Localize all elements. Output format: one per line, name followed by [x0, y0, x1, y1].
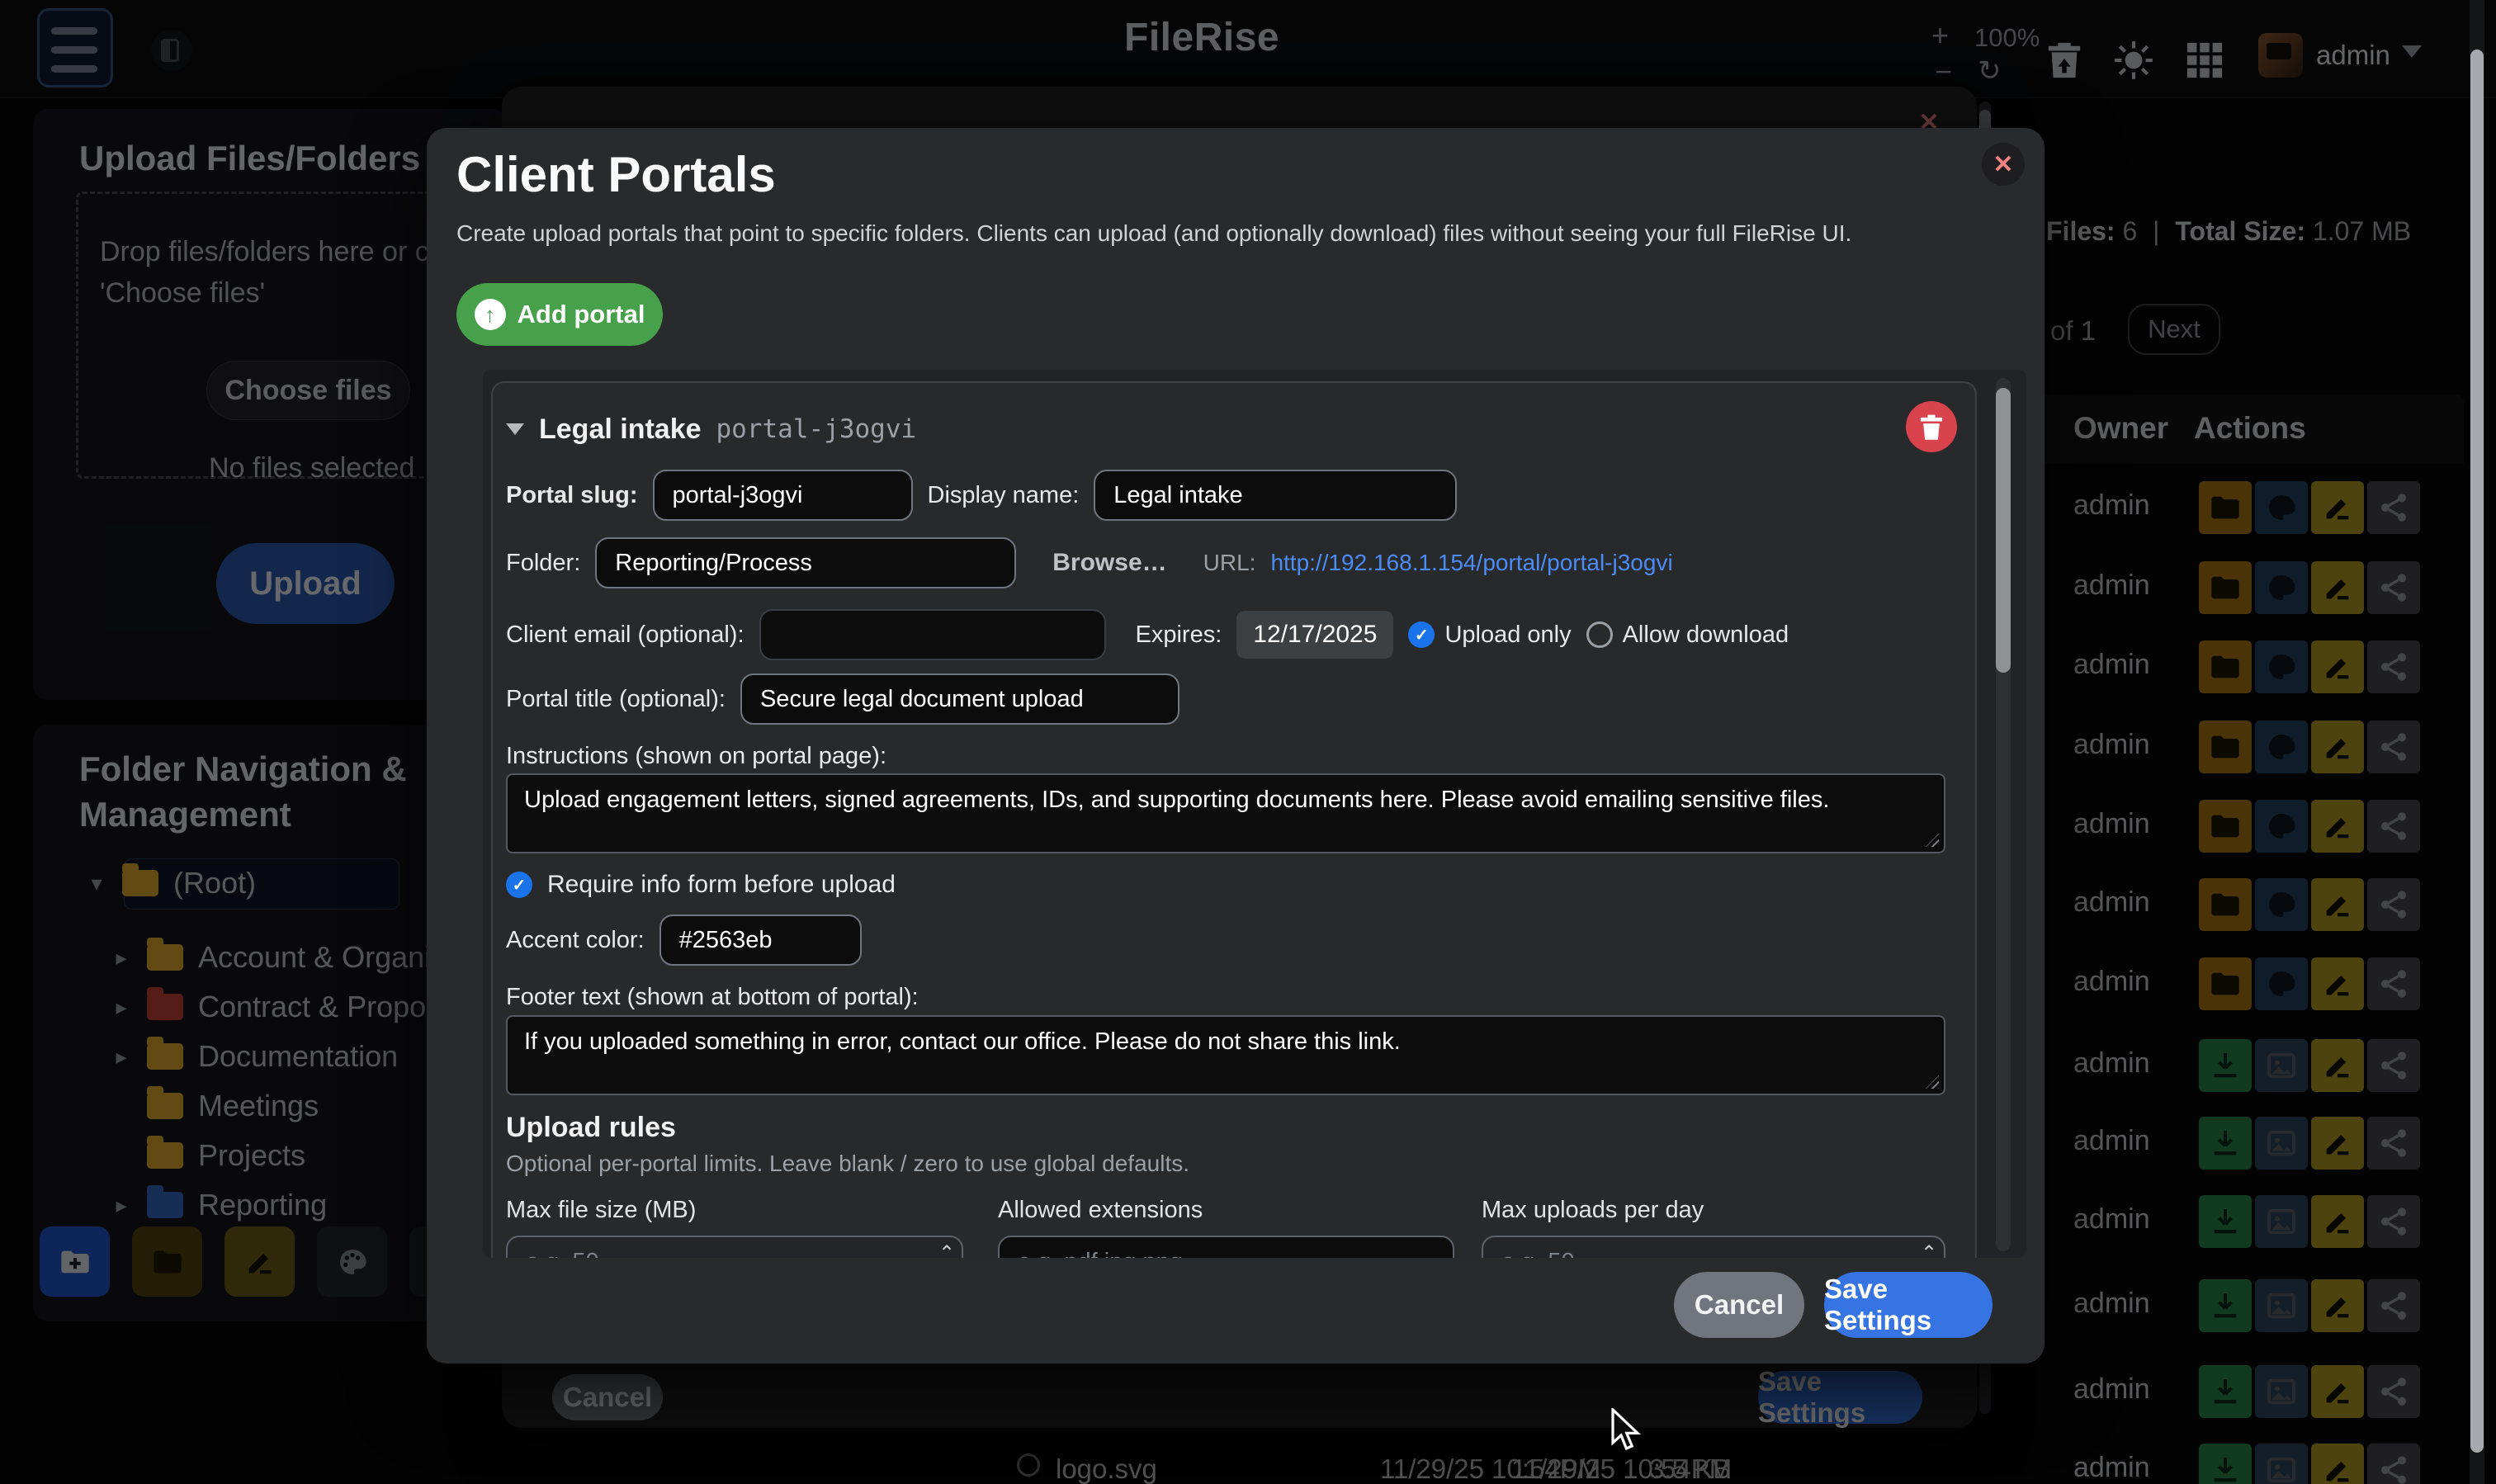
portal-title-input[interactable] [740, 673, 1179, 725]
portal-title-label: Portal title (optional): [506, 686, 726, 713]
upload-rules-note: Optional per-portal limits. Leave blank … [506, 1151, 1189, 1177]
modal-title: Client Portals [456, 146, 776, 203]
portal-slug-badge: portal-j3ogvi [716, 414, 917, 444]
number-stepper-icon[interactable]: ⌃ [1921, 1241, 1937, 1258]
require-info-label: Require info form before upload [547, 871, 896, 899]
display-name-input[interactable] [1094, 470, 1457, 521]
page-scrollbar-thumb[interactable] [2470, 50, 2484, 1453]
expires-label: Expires: [1136, 621, 1222, 649]
collapse-caret-icon [506, 423, 524, 435]
client-portals-modal: ✕ Client Portals Create upload portals t… [427, 128, 2045, 1363]
allowed-extensions-label: Allowed extensions [998, 1197, 1203, 1224]
instructions-label: Instructions (shown on portal page): [506, 743, 886, 770]
allow-download-label: Allow download [1623, 621, 1789, 649]
expires-date-input[interactable]: 12/17/2025 [1236, 611, 1393, 659]
folder-input[interactable] [595, 537, 1016, 588]
max-file-size-input[interactable] [506, 1236, 963, 1258]
portal-list-region: Legal intake portal-j3ogvi Portal slug: … [483, 370, 2026, 1258]
modal-description: Create upload portals that point to spec… [456, 220, 1851, 247]
client-email-input[interactable] [759, 609, 1106, 660]
accent-color-label: Accent color: [506, 927, 645, 954]
portal-url-link[interactable]: http://192.168.1.154/portal/portal-j3ogv… [1270, 550, 1672, 576]
upload-only-label: Upload only [1444, 621, 1571, 649]
allowed-extensions-input[interactable] [998, 1236, 1454, 1258]
portal-slug-label: Portal slug: [506, 482, 638, 509]
upload-only-checkbox[interactable]: ✓ [1408, 621, 1435, 648]
max-uploads-input[interactable] [1482, 1236, 1945, 1258]
mouse-cursor [1608, 1408, 1643, 1457]
allow-download-checkbox[interactable] [1586, 621, 1613, 648]
filerise-app: FileRise + 100% − ↻ admin Upload Files/F… [0, 0, 2496, 1484]
require-info-checkbox[interactable]: ✓ [506, 872, 532, 898]
upload-rules-title: Upload rules [506, 1112, 676, 1144]
modal-close-button[interactable]: ✕ [1982, 143, 2025, 186]
footer-text-label: Footer text (shown at bottom of portal): [506, 984, 919, 1011]
max-file-size-label: Max file size (MB) [506, 1197, 696, 1224]
add-portal-button[interactable]: ↑ Add portal [456, 283, 663, 346]
delete-portal-button[interactable] [1906, 401, 1957, 452]
url-label: URL: [1203, 550, 1256, 576]
save-settings-button[interactable]: Save Settings [1824, 1272, 1993, 1338]
instructions-textarea[interactable]: Upload engagement letters, signed agreem… [506, 773, 1945, 853]
portal-display-name: Legal intake [539, 414, 702, 446]
trash-icon [1918, 413, 1945, 441]
portal-card-header[interactable]: Legal intake portal-j3ogvi [506, 406, 1954, 452]
upload-cloud-icon: ↑ [475, 299, 506, 330]
browse-button[interactable]: Browse… [1052, 549, 1166, 577]
max-uploads-label: Max uploads per day [1482, 1197, 1704, 1224]
portal-list-scrollbar-thumb[interactable] [1996, 388, 2011, 673]
cancel-button[interactable]: Cancel [1674, 1272, 1804, 1338]
portal-slug-input[interactable] [653, 470, 913, 521]
folder-label: Folder: [506, 550, 580, 577]
footer-textarea[interactable]: If you uploaded something in error, cont… [506, 1015, 1945, 1095]
number-stepper-icon[interactable]: ⌃ [938, 1241, 955, 1258]
accent-color-input[interactable] [659, 915, 862, 966]
portal-card: Legal intake portal-j3ogvi Portal slug: … [491, 381, 1977, 1258]
client-email-label: Client email (optional): [506, 621, 745, 649]
display-name-label: Display name: [928, 482, 1080, 509]
